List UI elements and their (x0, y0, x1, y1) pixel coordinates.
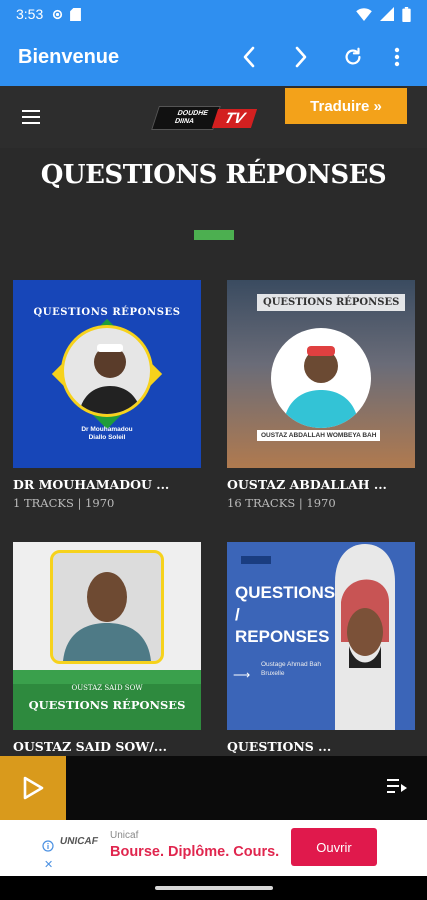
playlist-title[interactable]: OUSTAZ ABDALLAH ... (227, 477, 415, 492)
ad-brand-logo: UNICAF (59, 836, 99, 847)
thumb-label: QUESTIONS / REPONSES (235, 583, 336, 646)
thumb-caption: Dr Mouhamadou Diallo Soleil (81, 426, 133, 441)
signal-icon (380, 7, 394, 21)
page-title: QUESTIONS RÉPONSES (40, 160, 387, 190)
logo-tv: TV (212, 108, 258, 128)
app-bar: Bienvenue (0, 28, 427, 86)
site-logo[interactable]: DOUDHE DIINA TV (151, 106, 258, 130)
portrait-image (315, 542, 415, 730)
playlist-title[interactable]: QUESTIONS ... (227, 739, 415, 754)
webview: DOUDHE DIINA TV Traduire » QUESTIONS RÉPO… (0, 86, 427, 756)
chevron-left-icon (243, 46, 255, 68)
wifi-icon (356, 7, 372, 21)
title-underline (193, 230, 234, 240)
playlist-title[interactable]: DR MOUHAMADOU ... (13, 477, 201, 492)
battery-icon (402, 6, 411, 22)
playlist-title[interactable]: OUSTAZ SAID SOW/... (13, 739, 201, 754)
ad-advertiser: Unicaf (110, 830, 139, 841)
play-button[interactable] (0, 756, 66, 820)
playlist-meta: 16 TRACKS | 1970 (227, 496, 336, 510)
playlist-thumbnail[interactable]: QUESTIONS / REPONSES ⟶ Oustage Ahmad Bah… (227, 542, 415, 730)
playlist-card[interactable]: OUSTAZ SAID SOW QUESTIONS RÉPONSES OUSTA… (13, 542, 201, 754)
refresh-button[interactable] (327, 35, 379, 79)
ad-info-icon[interactable] (42, 840, 54, 852)
chevron-right-icon (295, 46, 307, 68)
ad-open-button[interactable]: Ouvrir (291, 828, 377, 866)
playlist-card[interactable]: QUESTIONS RÉPONSES Dr Mouhamadou Diallo S… (13, 280, 201, 510)
playlist-thumbnail[interactable]: QUESTIONS RÉPONSES Dr Mouhamadou Diallo S… (13, 280, 201, 468)
thumb-label: QUESTIONS RÉPONSES (33, 307, 181, 318)
status-time: 3:53 (16, 6, 44, 22)
playlist-card[interactable]: QUESTIONS RÉPONSES OUSTAZ ABDALLAH WOMBE… (227, 280, 415, 510)
thumb-caption: OUSTAZ SAID SOW (71, 684, 143, 692)
ad-close-icon[interactable]: ✕ (44, 858, 53, 871)
more-vert-icon (394, 47, 400, 67)
playlist-meta: 1 TRACKS | 1970 (13, 496, 115, 510)
thumb-caption: OUSTAZ ABDALLAH WOMBEYA BAH (257, 430, 381, 441)
mini-player (0, 756, 427, 820)
portrait-image (271, 328, 371, 428)
ad-banner[interactable]: ✕ UNICAF Unicaf Bourse. Diplôme. Cours. … (0, 820, 427, 876)
translate-button[interactable]: Traduire » (285, 88, 407, 124)
overflow-menu-button[interactable] (379, 35, 415, 79)
ad-headline[interactable]: Bourse. Diplôme. Cours. (110, 844, 279, 860)
logo-text: DOUDHE DIINA (151, 106, 222, 130)
settings-status-icon (53, 9, 63, 19)
system-nav-bar (0, 876, 427, 900)
site-header: DOUDHE DIINA TV Traduire » (0, 86, 427, 148)
thumb-label: QUESTIONS RÉPONSES (257, 294, 406, 311)
sd-card-icon (70, 7, 82, 21)
app-title: Bienvenue (18, 45, 120, 68)
status-bar: 3:53 (0, 0, 427, 28)
forward-button[interactable] (275, 35, 327, 79)
playlist-card[interactable]: QUESTIONS / REPONSES ⟶ Oustage Ahmad Bah… (227, 542, 415, 754)
playlist-queue-icon (387, 779, 407, 793)
play-icon (23, 776, 44, 800)
arrow-icon: ⟶ (233, 668, 251, 682)
back-button[interactable] (223, 35, 275, 79)
refresh-icon (345, 47, 361, 65)
playlist-thumbnail[interactable]: OUSTAZ SAID SOW QUESTIONS RÉPONSES (13, 542, 201, 730)
playlist-thumbnail[interactable]: QUESTIONS RÉPONSES OUSTAZ ABDALLAH WOMBE… (227, 280, 415, 468)
portrait-image (50, 550, 164, 664)
home-gesture-handle[interactable] (155, 886, 273, 890)
thumb-label: QUESTIONS RÉPONSES (28, 698, 186, 712)
thumb-caption: Oustage Ahmad Bah Bruxelle (261, 661, 321, 677)
hamburger-menu-icon[interactable] (22, 110, 40, 124)
portrait-image (61, 325, 153, 417)
queue-button[interactable] (387, 778, 407, 799)
